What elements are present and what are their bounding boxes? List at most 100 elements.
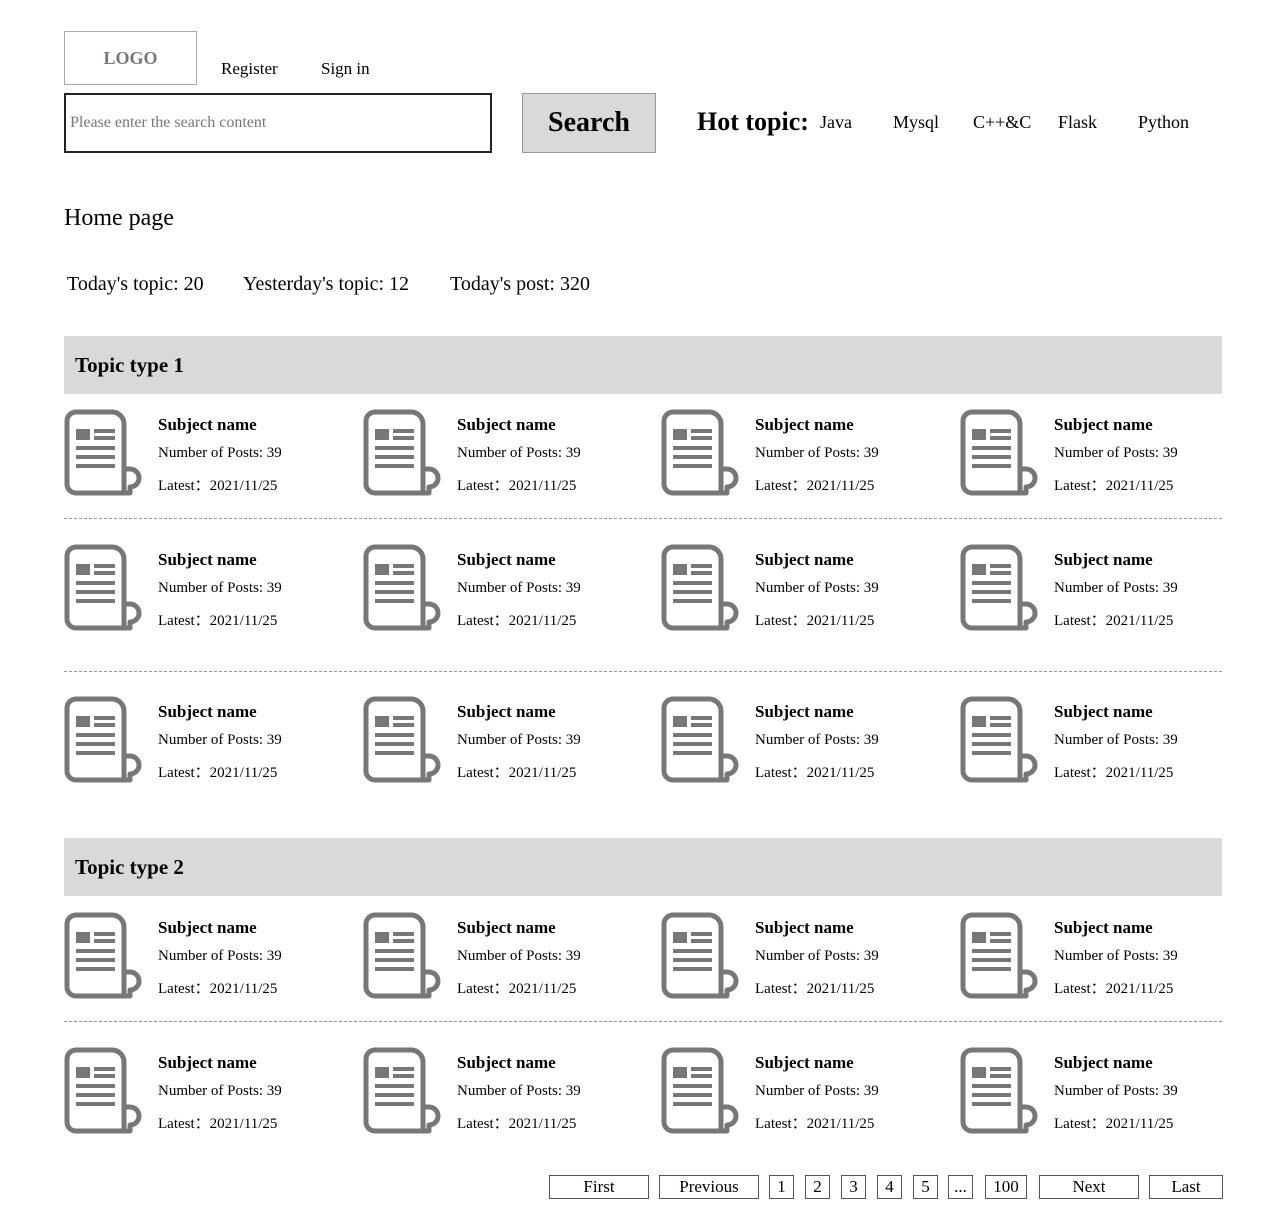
subject-name: Subject name [457, 1053, 556, 1072]
row-divider [64, 1021, 1222, 1022]
post-count: Number of Posts: 39 [158, 732, 282, 748]
topic-card[interactable]: Subject name Number of Posts: 39 Latest：20… [363, 912, 653, 1002]
pagination-next[interactable]: Next [1039, 1175, 1139, 1199]
topic-card[interactable]: Subject name Number of Posts: 39 Latest：20… [960, 1047, 1250, 1137]
subject-name: Subject name [755, 702, 854, 721]
topic-card[interactable]: Subject name Number of Posts: 39 Latest：20… [64, 912, 354, 1002]
topic-card[interactable]: Subject name Number of Posts: 39 Latest：20… [64, 409, 354, 499]
pagination-page-4[interactable]: 4 [877, 1175, 902, 1199]
topic-card[interactable]: Subject name Number of Posts: 39 Latest：20… [363, 544, 653, 634]
yesterday-topic-stat: Yesterday's topic: 12 [243, 273, 410, 295]
latest-date: Latest：2021/11/25 [755, 981, 875, 997]
hot-topic-python[interactable]: Python [1138, 112, 1189, 133]
subject-name: Subject name [755, 918, 854, 937]
hot-topic-cpp[interactable]: C++&C [973, 112, 1031, 133]
section-header-topic-type-1: Topic type 1 [64, 336, 1222, 394]
pagination-last[interactable]: Last [1149, 1175, 1223, 1199]
pagination-page-2[interactable]: 2 [805, 1175, 830, 1199]
topic-card[interactable]: Subject name Number of Posts: 39 Latest：20… [960, 912, 1250, 1002]
latest-date: Latest：2021/11/25 [158, 1116, 278, 1132]
latest-date: Latest：2021/11/25 [457, 613, 577, 629]
search-button[interactable]: Search [522, 93, 656, 153]
document-icon [363, 1047, 441, 1135]
latest-date: Latest：2021/11/25 [1054, 765, 1174, 781]
latest-date: Latest：2021/11/25 [457, 1116, 577, 1132]
today-topic-stat: Today's topic: 20 [67, 273, 204, 295]
latest-date: Latest：2021/11/25 [755, 478, 875, 494]
sign-in-link[interactable]: Sign in [321, 59, 370, 79]
topic-card[interactable]: Subject name Number of Posts: 39 Latest：20… [64, 1047, 354, 1137]
topic-card[interactable]: Subject name Number of Posts: 39 Latest：20… [363, 1047, 653, 1137]
post-count: Number of Posts: 39 [1054, 1083, 1178, 1099]
subject-name: Subject name [158, 702, 257, 721]
latest-date: Latest：2021/11/25 [1054, 981, 1174, 997]
row-divider [64, 671, 1222, 672]
post-count: Number of Posts: 39 [457, 732, 581, 748]
topic-card[interactable]: Subject name Number of Posts: 39 Latest：20… [64, 544, 354, 634]
topic-card[interactable]: Subject name Number of Posts: 39 Latest：20… [64, 696, 354, 786]
topic-card[interactable]: Subject name Number of Posts: 39 Latest：20… [661, 1047, 951, 1137]
post-count: Number of Posts: 39 [755, 948, 879, 964]
today-post-stat: Today's post: 320 [450, 273, 590, 295]
subject-name: Subject name [457, 415, 556, 434]
pagination-page-1[interactable]: 1 [769, 1175, 794, 1199]
latest-date: Latest：2021/11/25 [1054, 613, 1174, 629]
document-icon [64, 912, 142, 1000]
document-icon [960, 1047, 1038, 1135]
latest-date: Latest：2021/11/25 [457, 478, 577, 494]
pagination-page-3[interactable]: 3 [841, 1175, 866, 1199]
latest-date: Latest：2021/11/25 [755, 613, 875, 629]
topic-card[interactable]: Subject name Number of Posts: 39 Latest：20… [960, 544, 1250, 634]
register-link[interactable]: Register [221, 59, 278, 79]
logo[interactable]: LOGO [64, 31, 197, 85]
post-count: Number of Posts: 39 [457, 948, 581, 964]
post-count: Number of Posts: 39 [457, 580, 581, 596]
hot-topic-label: Hot topic: [697, 107, 809, 136]
document-icon [661, 696, 739, 784]
document-icon [363, 544, 441, 632]
document-icon [661, 544, 739, 632]
hot-topic-java[interactable]: Java [820, 112, 852, 133]
topic-card[interactable]: Subject name Number of Posts: 39 Latest：20… [661, 912, 951, 1002]
subject-name: Subject name [158, 415, 257, 434]
topic-card[interactable]: Subject name Number of Posts: 39 Latest：20… [363, 696, 653, 786]
latest-date: Latest：2021/11/25 [1054, 1116, 1174, 1132]
post-count: Number of Posts: 39 [1054, 445, 1178, 461]
topic-card[interactable]: Subject name Number of Posts: 39 Latest：20… [960, 409, 1250, 499]
topic-card[interactable]: Subject name Number of Posts: 39 Latest：20… [661, 409, 951, 499]
document-icon [960, 409, 1038, 497]
latest-date: Latest：2021/11/25 [158, 765, 278, 781]
page-title: Home page [64, 205, 174, 231]
post-count: Number of Posts: 39 [755, 732, 879, 748]
topic-card[interactable]: Subject name Number of Posts: 39 Latest：20… [661, 544, 951, 634]
section-header-topic-type-2: Topic type 2 [64, 838, 1222, 896]
topic-card[interactable]: Subject name Number of Posts: 39 Latest：20… [363, 409, 653, 499]
document-icon [64, 696, 142, 784]
latest-date: Latest：2021/11/25 [755, 1116, 875, 1132]
subject-name: Subject name [1054, 415, 1153, 434]
pagination-page-100[interactable]: 100 [985, 1175, 1027, 1199]
post-count: Number of Posts: 39 [755, 445, 879, 461]
subject-name: Subject name [457, 702, 556, 721]
post-count: Number of Posts: 39 [457, 445, 581, 461]
document-icon [363, 409, 441, 497]
search-input[interactable] [64, 93, 492, 153]
pagination-page-5[interactable]: 5 [913, 1175, 938, 1199]
latest-date: Latest：2021/11/25 [158, 478, 278, 494]
post-count: Number of Posts: 39 [755, 1083, 879, 1099]
subject-name: Subject name [457, 550, 556, 569]
document-icon [64, 409, 142, 497]
latest-date: Latest：2021/11/25 [158, 981, 278, 997]
document-icon [960, 544, 1038, 632]
topic-card[interactable]: Subject name Number of Posts: 39 Latest：20… [960, 696, 1250, 786]
post-count: Number of Posts: 39 [755, 580, 879, 596]
latest-date: Latest：2021/11/25 [755, 765, 875, 781]
document-icon [363, 696, 441, 784]
pagination-previous[interactable]: Previous [659, 1175, 759, 1199]
hot-topic-flask[interactable]: Flask [1058, 112, 1097, 133]
document-icon [661, 912, 739, 1000]
hot-topic-mysql[interactable]: Mysql [893, 112, 939, 133]
subject-name: Subject name [755, 415, 854, 434]
pagination-first[interactable]: First [549, 1175, 649, 1199]
topic-card[interactable]: Subject name Number of Posts: 39 Latest：20… [661, 696, 951, 786]
